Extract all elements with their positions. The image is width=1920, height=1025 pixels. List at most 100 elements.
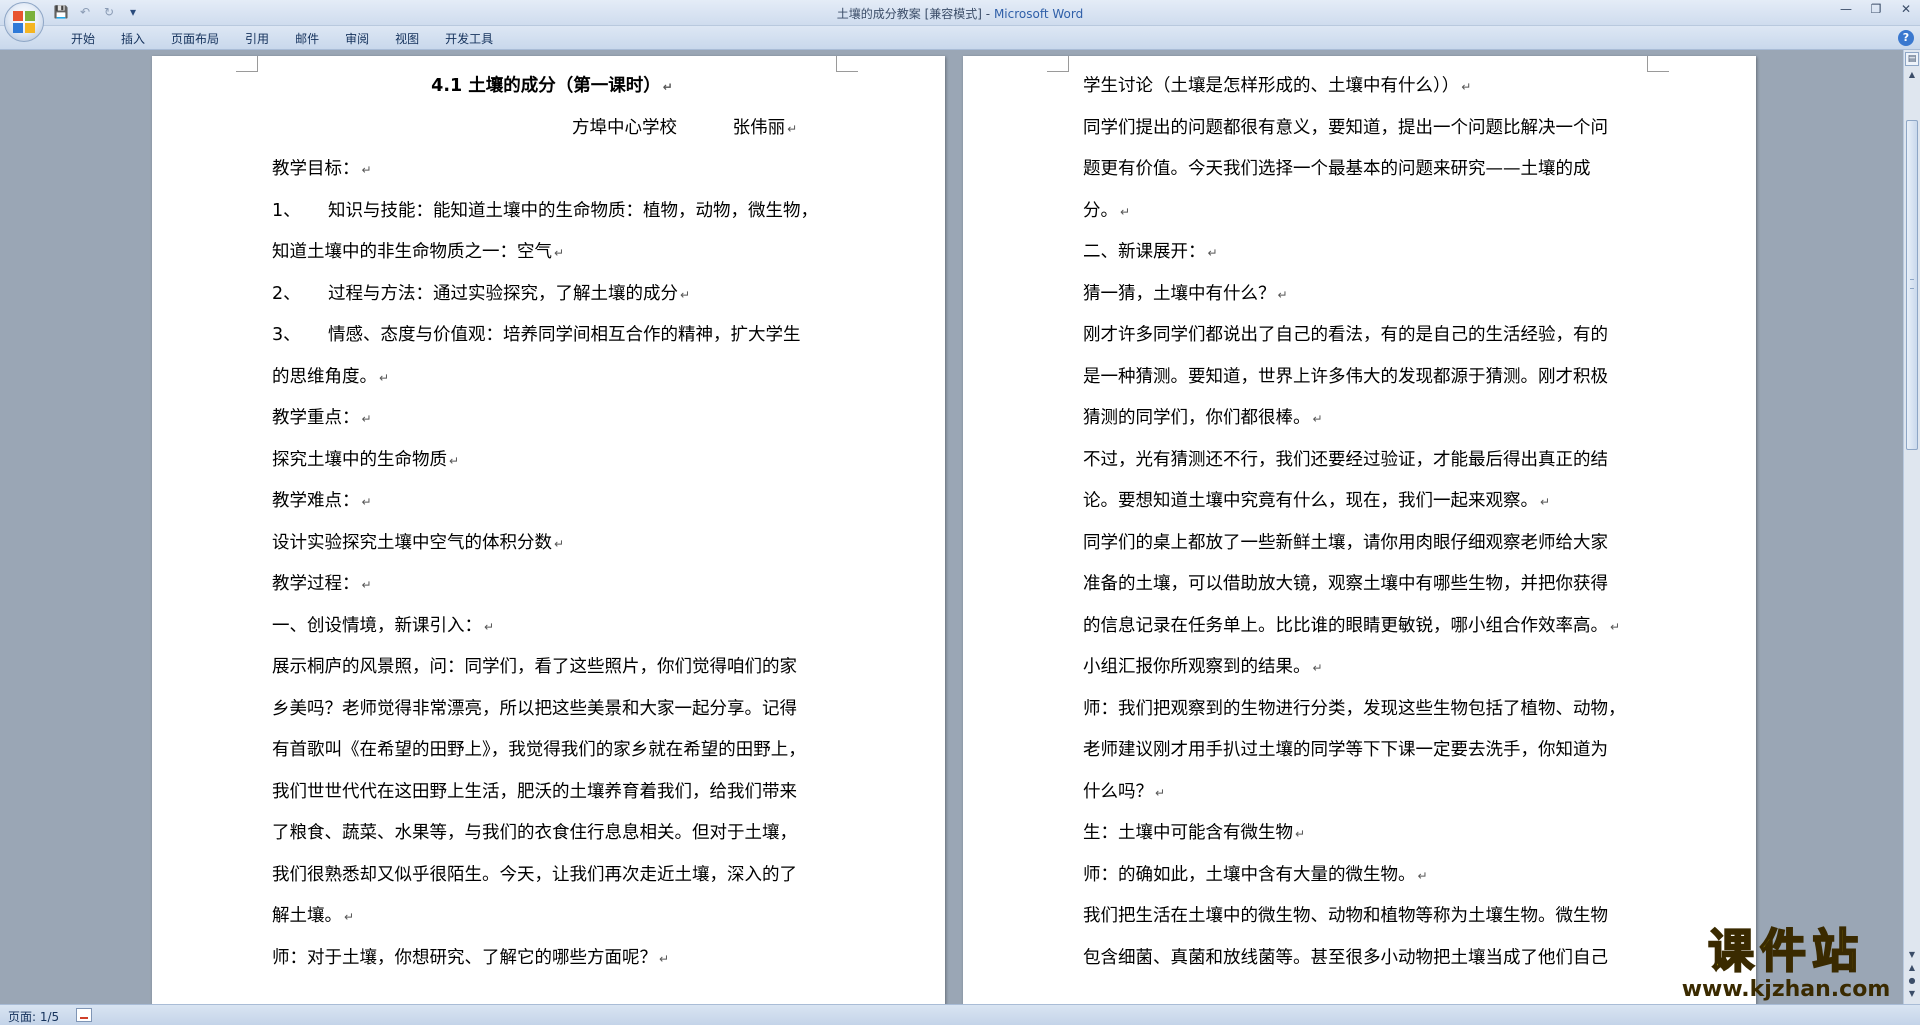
- tab-home[interactable]: 开始: [58, 30, 108, 48]
- line-text: 情感、态度与价值观：培养同学间相互合作的精神，扩大学生: [328, 325, 801, 345]
- next-page-icon[interactable]: ▼: [1905, 989, 1919, 998]
- tab-references[interactable]: 引用: [232, 30, 282, 48]
- tab-review[interactable]: 审阅: [332, 30, 382, 48]
- paragraph-mark: ↵: [1277, 287, 1288, 302]
- paragraph-mark: ↵: [379, 370, 390, 385]
- tab-mailings[interactable]: 邮件: [282, 30, 332, 48]
- text-line: 准备的土壤，可以借助放大镜，观察土壤中有哪些生物，并把你获得: [1083, 564, 1643, 606]
- line-text: 我们把生活在土壤中的微生物、动物和植物等称为土壤生物。微生物: [1083, 906, 1608, 926]
- line-text: 展示桐庐的风景照，问：同学们，看了这些照片，你们觉得咱们的家: [272, 657, 797, 677]
- line-text: 一、创设情境，新课引入：: [272, 615, 482, 636]
- office-logo-icon: [13, 11, 35, 33]
- proofing-status-icon[interactable]: [76, 1008, 92, 1022]
- page-2-text[interactable]: 学生讨论（土壤是怎样形成的、土壤中有什么）） ↵ 同学们提出的问题都很有意义，要知道…: [1083, 66, 1643, 979]
- line-text: 有首歌叫《在希望的田野上》，我觉得我们的家乡就在希望的田野上，: [272, 740, 806, 760]
- text-line: 师：对于土壤，你想研究、了解它的哪些方面呢？ ↵: [272, 938, 832, 980]
- tab-view[interactable]: 视图: [382, 30, 432, 48]
- text-line: 我们很熟悉却又似乎很陌生。今天，让我们再次走近土壤，深入的了: [272, 855, 832, 897]
- previous-page-icon[interactable]: ▲: [1905, 963, 1919, 972]
- paragraph-mark: ↵: [344, 910, 355, 924]
- text-line: 不过，光有猜测还不行，我们还要经过验证，才能最后得出真正的结: [1083, 440, 1643, 482]
- line-text: 师：的确如此，土壤中含有大量的微生物。: [1083, 864, 1416, 885]
- paragraph-mark: ↵: [1540, 495, 1551, 509]
- text-line: 同学们提出的问题都很有意义，要知道，提出一个问题比解决一个问: [1083, 108, 1643, 150]
- document-page-1[interactable]: 4.1 土壤的成分（第一课时） ↵ 方埠中心学校 张伟丽 ↵ 教学目标： ↵ 1、 知识与…: [152, 56, 945, 1004]
- text-line: 了粮食、蔬菜、水果等，与我们的衣食住行息息相关。但对于土壤，: [272, 813, 832, 855]
- select-browse-object-icon[interactable]: ●: [1905, 976, 1919, 985]
- vertical-scrollbar[interactable]: ▤ ▲ ▼ ▲ ● ▼: [1903, 50, 1920, 1004]
- paragraph-mark: ↵: [361, 412, 372, 426]
- watermark-title: 课件站: [1707, 923, 1864, 979]
- line-text: 的思维角度。: [272, 366, 377, 387]
- document-name: 土壤的成分教案 [兼容模式]: [836, 7, 982, 21]
- margin-corner-mark: [236, 56, 258, 72]
- minimize-icon[interactable]: —: [1838, 2, 1854, 16]
- scroll-up-icon[interactable]: ▲: [1905, 70, 1919, 84]
- text-line: 展示桐庐的风景照，问：同学们，看了这些照片，你们觉得咱们的家: [272, 647, 832, 689]
- line-text: 刚才许多同学们都说出了自己的看法，有的是自己的生活经验，有的: [1083, 325, 1608, 345]
- line-text: 过程与方法：通过实验探究，了解土壤的成分: [328, 283, 678, 304]
- paragraph-mark: ↵: [1312, 661, 1323, 675]
- paragraph-mark: ↵: [361, 578, 372, 592]
- line-text: 探究土壤中的生命物质: [272, 449, 447, 470]
- line-text: 教学难点：: [272, 491, 360, 511]
- line-text: 题更有价值。今天我们选择一个最基本的问题来研究——土壤的成: [1083, 159, 1591, 179]
- text-line: 学生讨论（土壤是怎样形成的、土壤中有什么）） ↵: [1083, 66, 1643, 108]
- text-line: 题更有价值。今天我们选择一个最基本的问题来研究——土壤的成: [1083, 149, 1643, 191]
- status-bar: 页面: 1/5: [0, 1004, 1920, 1025]
- restore-icon[interactable]: ❐: [1868, 2, 1884, 16]
- scroll-down-icon[interactable]: ▼: [1905, 950, 1919, 959]
- paragraph-mark: ↵: [1610, 619, 1621, 634]
- text-line: 师：的确如此，土壤中含有大量的微生物。 ↵: [1083, 855, 1643, 897]
- margin-corner-mark: [836, 56, 858, 72]
- page-1-lines: 教学目标： ↵ 1、 知识与技能：能知道土壤中的生命物质：植物，动物，微生物， 知道土壤…: [272, 149, 832, 979]
- line-text: 论。要想知道土壤中究竟有什么，现在，我们一起来观察。: [1083, 491, 1538, 511]
- help-icon[interactable]: ?: [1898, 30, 1914, 46]
- text-line: 解土壤。 ↵: [272, 896, 832, 938]
- line-text: 不过，光有猜测还不行，我们还要经过验证，才能最后得出真正的结: [1083, 449, 1608, 470]
- author-text: 方埠中心学校 张伟丽: [572, 117, 786, 138]
- list-number: 2、: [272, 283, 301, 304]
- tab-developer[interactable]: 开发工具: [432, 30, 506, 48]
- document-workspace: 4.1 土壤的成分（第一课时） ↵ 方埠中心学校 张伟丽 ↵ 教学目标： ↵ 1、 知识与…: [0, 50, 1903, 1004]
- margin-corner-mark: [1047, 56, 1069, 72]
- line-text: 生：土壤中可能含有微生物: [1083, 823, 1293, 843]
- tab-insert[interactable]: 插入: [108, 30, 158, 48]
- page-1-text[interactable]: 4.1 土壤的成分（第一课时） ↵ 方埠中心学校 张伟丽 ↵ 教学目标： ↵ 1、 知识与…: [272, 66, 832, 979]
- office-button[interactable]: [4, 2, 44, 42]
- text-line: 1、 知识与技能：能知道土壤中的生命物质：植物，动物，微生物，: [272, 191, 832, 233]
- line-text: 我们世世代代在这田野上生活，肥沃的土壤养育着我们，给我们带来: [272, 781, 797, 802]
- paragraph-mark: ↵: [659, 951, 670, 966]
- window-title: 土壤的成分教案 [兼容模式] - Microsoft Word: [0, 5, 1920, 22]
- line-text: 了粮食、蔬菜、水果等，与我们的衣食住行息息相关。但对于土壤，: [272, 823, 797, 843]
- line-text: 同学们提出的问题都很有意义，要知道，提出一个问题比解决一个问: [1083, 117, 1608, 138]
- line-text: 的信息记录在任务单上。比比谁的眼睛更敏锐，哪小组合作效率高。: [1083, 615, 1608, 636]
- line-text: 猜一猜，土壤中有什么？: [1083, 283, 1276, 304]
- paragraph-mark: ↵: [680, 287, 691, 302]
- document-page-2[interactable]: 学生讨论（土壤是怎样形成的、土壤中有什么）） ↵ 同学们提出的问题都很有意义，要知道…: [963, 56, 1756, 1004]
- text-line: 师：我们把观察到的生物进行分类，发现这些生物包括了植物、动物，: [1083, 689, 1643, 731]
- line-text: 教学过程：: [272, 574, 360, 594]
- line-text: 同学们的桌上都放了一些新鲜土壤，请你用肉眼仔细观察老师给大家: [1083, 532, 1608, 553]
- watermark-logo: 课件站 www.kjzhan.com: [1668, 923, 1904, 1002]
- line-text: 分。: [1083, 200, 1118, 221]
- page-2-lines: 学生讨论（土壤是怎样形成的、土壤中有什么）） ↵ 同学们提出的问题都很有意义，要知道…: [1083, 66, 1643, 979]
- author-line: 方埠中心学校 张伟丽 ↵: [272, 108, 832, 150]
- close-icon[interactable]: ✕: [1898, 2, 1914, 16]
- tab-page-layout[interactable]: 页面布局: [158, 30, 232, 48]
- watermark-url: www.kjzhan.com: [1681, 977, 1891, 1002]
- scrollbar-thumb[interactable]: [1906, 120, 1918, 450]
- list-number: 3、: [272, 325, 301, 345]
- text-line: 刚才许多同学们都说出了自己的看法，有的是自己的生活经验，有的: [1083, 315, 1643, 357]
- paragraph-mark: ↵: [361, 495, 372, 509]
- page-count[interactable]: 页面: 1/5: [8, 1008, 59, 1025]
- window-controls: — ❐ ✕: [1838, 2, 1914, 16]
- paragraph-mark: ↵: [662, 80, 673, 94]
- line-text: 什么吗？: [1083, 781, 1153, 802]
- line-text: 准备的土壤，可以借助放大镜，观察土壤中有哪些生物，并把你获得: [1083, 574, 1608, 594]
- text-line: 同学们的桌上都放了一些新鲜土壤，请你用肉眼仔细观察老师给大家: [1083, 523, 1643, 565]
- paragraph-mark: ↵: [554, 246, 565, 260]
- ruler-toggle-icon[interactable]: ▤: [1905, 52, 1919, 66]
- text-line: 教学目标： ↵: [272, 149, 832, 191]
- ribbon: 开始 插入 页面布局 引用 邮件 审阅 视图 开发工具 ?: [0, 26, 1920, 50]
